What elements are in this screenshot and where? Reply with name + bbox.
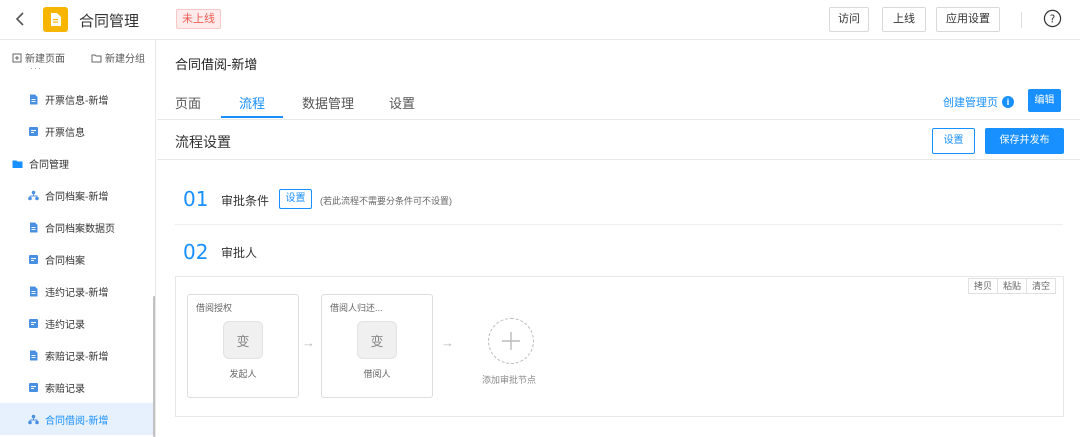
- visit-button[interactable]: 访问: [829, 7, 869, 32]
- sidebar-item[interactable]: 合同借阅-新增: [0, 403, 154, 435]
- app-icon: [43, 7, 68, 32]
- divider: [1021, 12, 1022, 28]
- sidebar-item[interactable]: 合同档案: [0, 243, 154, 275]
- report-icon: [28, 382, 39, 393]
- sidebar-item-label: 开票信息-新增: [45, 95, 109, 107]
- steps-divider: [175, 224, 1063, 225]
- paste-button[interactable]: 粘贴: [997, 279, 1026, 293]
- add-approval-node-button[interactable]: [488, 318, 534, 364]
- add-approval-node-label: 添加审批节点: [482, 375, 537, 385]
- condition-hint: (若此流程不需要分条件可不设置): [320, 196, 452, 206]
- node-role: 发起人: [229, 369, 257, 379]
- create-management-page-label: 创建管理页: [943, 97, 998, 109]
- edit-button[interactable]: 编辑: [1028, 89, 1061, 112]
- report-icon: [28, 126, 39, 137]
- active-tab-indicator: [221, 116, 283, 118]
- sidebar-item-label: 合同档案: [45, 255, 85, 267]
- tab-flow[interactable]: 流程: [239, 93, 265, 112]
- sidebar-item-label: 违约记录: [45, 319, 85, 331]
- flow-icon: [28, 190, 39, 201]
- step-number: 02: [183, 240, 209, 264]
- help-icon[interactable]: ?: [1043, 9, 1062, 28]
- copy-button[interactable]: 拷贝: [969, 279, 997, 293]
- sidebar-item[interactable]: 违约记录-新增: [0, 275, 154, 307]
- node-avatar: 变: [357, 321, 397, 359]
- status-badge: 未上线: [176, 9, 221, 29]
- save-and-publish-button[interactable]: 保存并发布: [985, 128, 1064, 154]
- tab-data-management[interactable]: 数据管理: [302, 93, 354, 112]
- svg-text:?: ?: [1050, 13, 1056, 25]
- form-icon: [28, 286, 39, 297]
- new-group-label: 新建分组: [105, 54, 145, 65]
- approval-condition-label: 审批条件: [221, 194, 270, 208]
- sidebar-item-label: 索赔记录: [45, 383, 85, 395]
- sidebar-item[interactable]: 开票信息: [0, 115, 154, 147]
- clear-button[interactable]: 清空: [1026, 279, 1055, 293]
- page-title: 合同借阅-新增: [175, 57, 258, 72]
- new-group-icon: [91, 54, 102, 62]
- arrow-right-icon: →: [441, 335, 454, 350]
- sidebar-item-label: 合同借阅-新增: [45, 415, 109, 427]
- flow-icon: [28, 414, 39, 425]
- sidebar-item-label: 合同档案-新增: [45, 191, 109, 203]
- top-bar: 合同管理 未上线 访问 上线 应用设置 ?: [0, 0, 1080, 40]
- sidebar-item-label: 合同管理: [29, 159, 69, 171]
- form-icon: [28, 350, 39, 361]
- flow-node[interactable]: 借阅人归还... 变 借阅人: [321, 294, 433, 398]
- tab-settings[interactable]: 设置: [389, 93, 415, 112]
- report-icon: [28, 254, 39, 265]
- condition-settings-button[interactable]: 设置: [279, 189, 312, 209]
- flow-node[interactable]: 借阅授权 变 发起人: [187, 294, 299, 398]
- sidebar-item[interactable]: 违约记录: [0, 307, 154, 339]
- sidebar-item[interactable]: 开票信息-新增: [0, 83, 154, 115]
- info-icon[interactable]: i: [1002, 96, 1014, 108]
- sidebar-item-label: 开票信息: [45, 127, 85, 139]
- sidebar-group[interactable]: 合同管理: [0, 147, 154, 179]
- report-icon: [28, 318, 39, 329]
- app-title: 合同管理: [79, 13, 140, 30]
- sidebar: 新建页面 新建分组 ··· 开票信息-新增 开票信息合同管理合同档案-新增 合同档案…: [0, 40, 156, 437]
- publish-button[interactable]: 上线: [882, 7, 926, 32]
- create-management-page-link[interactable]: 创建管理页 i: [943, 94, 1014, 110]
- sidebar-item[interactable]: 合同档案-新增: [0, 179, 154, 211]
- folder-icon: [12, 158, 23, 169]
- plus-icon: [502, 332, 520, 350]
- form-icon: [28, 222, 39, 233]
- sidebar-item[interactable]: 合同档案数据页: [0, 211, 154, 243]
- sidebar-item[interactable]: 索赔记录: [0, 371, 154, 403]
- sidebar-scrollbar[interactable]: [153, 296, 155, 437]
- new-group-button[interactable]: 新建分组: [91, 50, 145, 65]
- approver-label: 审批人: [221, 246, 258, 260]
- ellipsis-icon: ···: [30, 63, 42, 73]
- canvas-toolbar: 拷贝 粘贴 清空: [968, 278, 1057, 294]
- new-page-icon: [12, 53, 22, 62]
- flow-settings-title: 流程设置: [175, 134, 231, 150]
- tab-page[interactable]: 页面: [175, 93, 201, 112]
- sidebar-item-label: 索赔记录-新增: [45, 351, 109, 363]
- node-role: 借阅人: [363, 369, 391, 379]
- sidebar-item-label: 违约记录-新增: [45, 287, 109, 299]
- sidebar-actions: 新建页面 新建分组 ···: [0, 40, 155, 74]
- flow-settings-button[interactable]: 设置: [932, 128, 975, 154]
- node-avatar: 变: [223, 321, 263, 359]
- node-title: 借阅授权: [196, 303, 233, 313]
- step-number: 01: [183, 187, 209, 211]
- back-arrow-icon[interactable]: [11, 9, 31, 29]
- node-title: 借阅人归还...: [330, 303, 383, 313]
- sidebar-item[interactable]: 索赔记录-新增: [0, 339, 154, 371]
- form-icon: [28, 94, 39, 105]
- arrow-right-icon: →: [302, 335, 315, 350]
- sidebar-item-label: 合同档案数据页: [45, 223, 115, 235]
- app-settings-button[interactable]: 应用设置: [936, 7, 1000, 32]
